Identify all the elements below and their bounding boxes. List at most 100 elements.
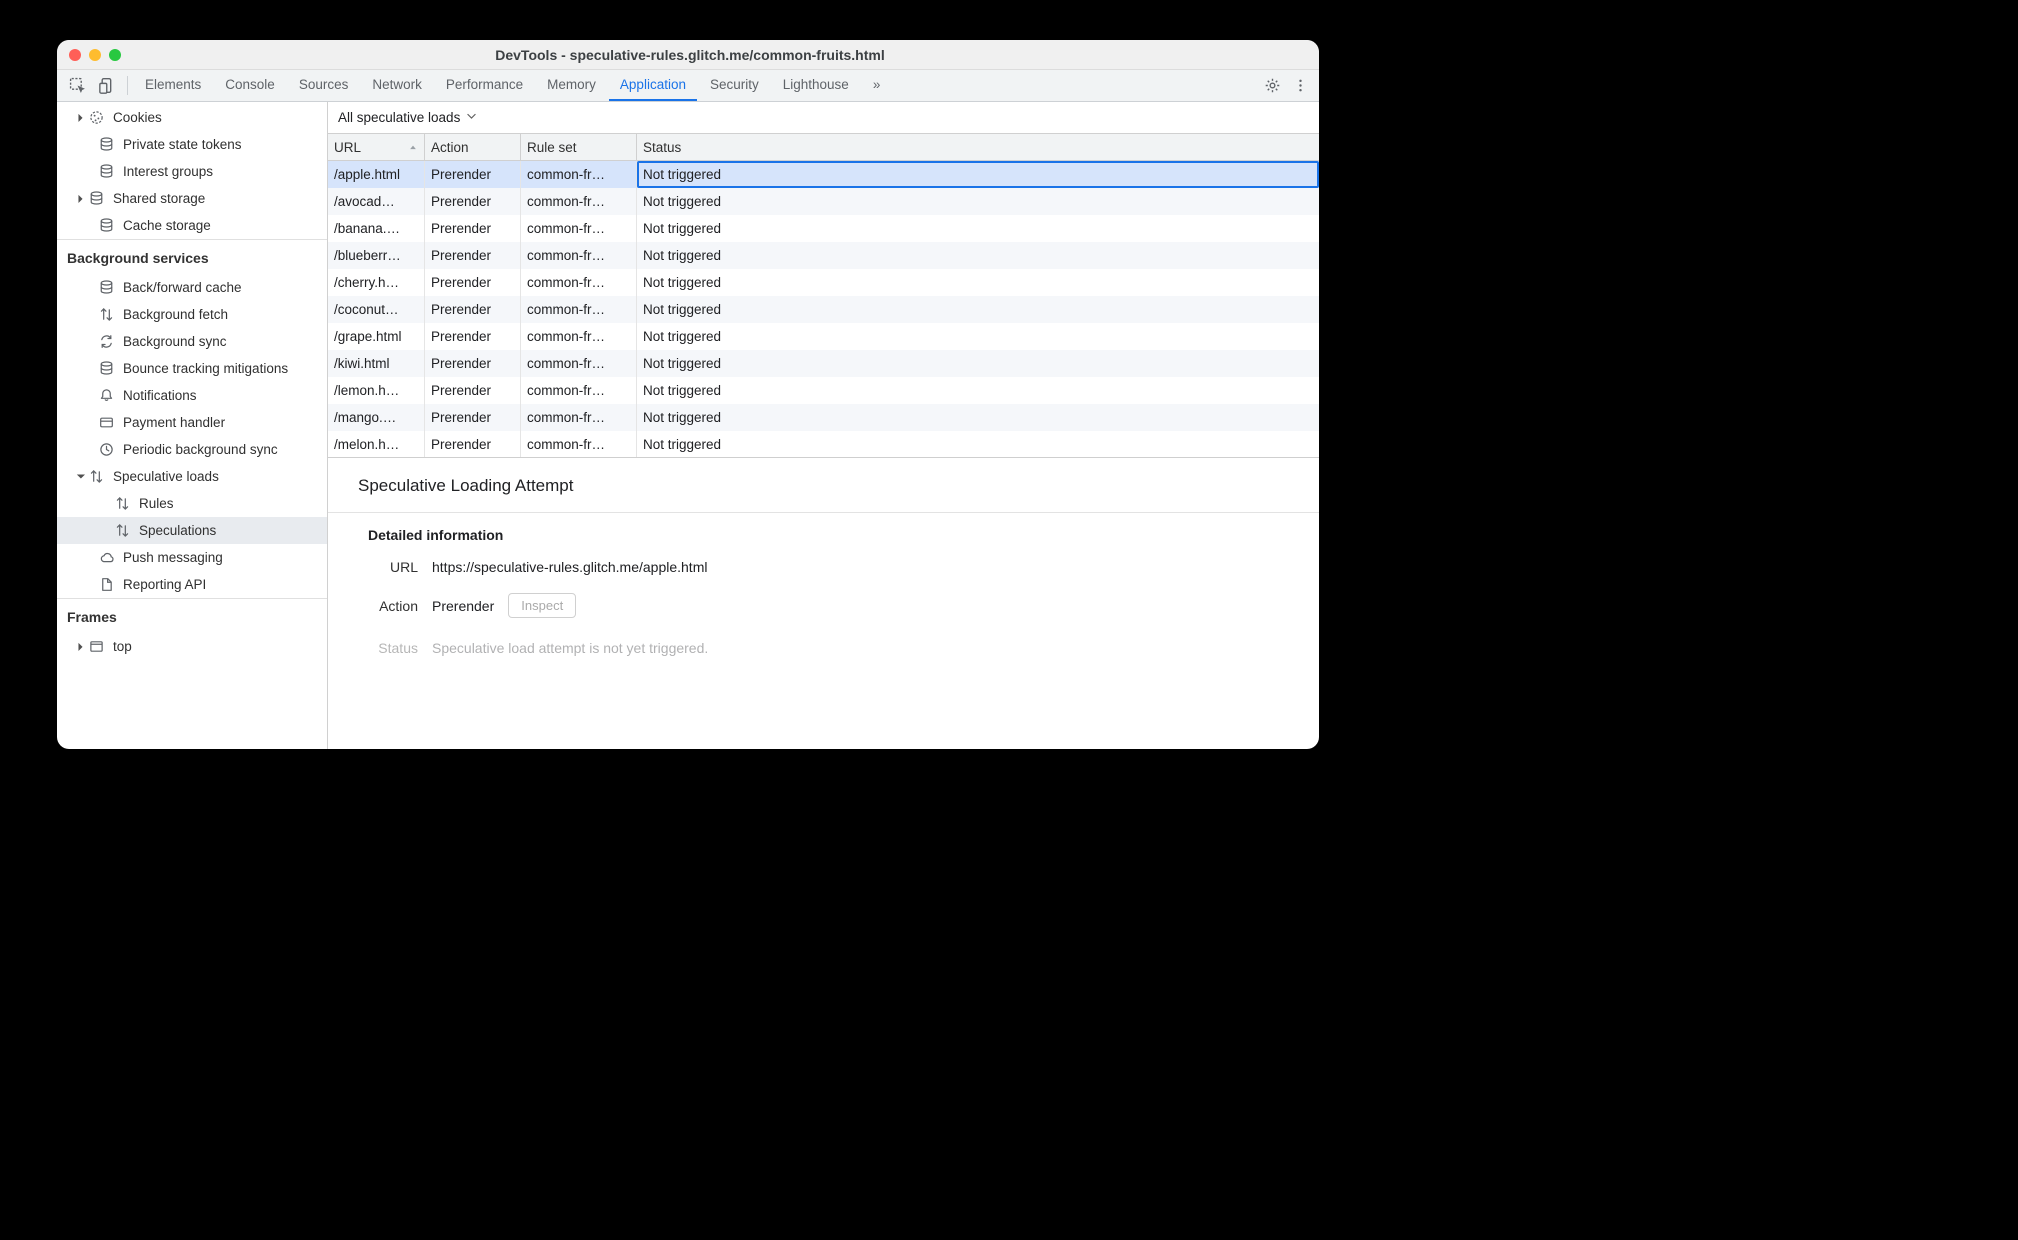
- cell-status: Not triggered: [637, 404, 1319, 431]
- col-header-action[interactable]: Action: [425, 134, 521, 160]
- tab-elements[interactable]: Elements: [134, 70, 212, 101]
- sidebar-item-bounce-tracking-mitigations[interactable]: Bounce tracking mitigations: [57, 355, 327, 382]
- spacer: [85, 580, 95, 590]
- cell-url: /blueberr…: [328, 242, 425, 269]
- sidebar-item-cookies[interactable]: Cookies: [57, 104, 327, 131]
- col-header-ruleset[interactable]: Rule set: [521, 134, 637, 160]
- filter-bar[interactable]: All speculative loads: [328, 102, 1319, 134]
- sidebar-item-push-messaging[interactable]: Push messaging: [57, 544, 327, 571]
- cell-status: Not triggered: [637, 323, 1319, 350]
- tab-network[interactable]: Network: [361, 70, 433, 101]
- spacer: [85, 167, 95, 177]
- sidebar-item-label: Cache storage: [123, 218, 211, 233]
- more-tabs[interactable]: »: [862, 70, 892, 101]
- sidebar-item-label: Reporting API: [123, 577, 206, 592]
- sidebar-item-speculative-loads[interactable]: Speculative loads: [57, 463, 327, 490]
- cell-action: Prerender: [425, 377, 521, 404]
- updown-icon: [98, 307, 114, 323]
- cell-url: /avocad…: [328, 188, 425, 215]
- sidebar-item-private-state-tokens[interactable]: Private state tokens: [57, 131, 327, 158]
- sidebar-item-cache-storage[interactable]: Cache storage: [57, 212, 327, 239]
- cell-url: /cherry.h…: [328, 269, 425, 296]
- tab-application[interactable]: Application: [609, 70, 697, 101]
- spacer: [101, 526, 111, 536]
- table-row[interactable]: /grape.htmlPrerendercommon-fr…Not trigge…: [328, 323, 1319, 350]
- sidebar-item-label: top: [113, 639, 132, 654]
- sidebar-item-payment-handler[interactable]: Payment handler: [57, 409, 327, 436]
- tab-security[interactable]: Security: [699, 70, 770, 101]
- sidebar-item-label: Background sync: [123, 334, 227, 349]
- cell-status: Not triggered: [637, 242, 1319, 269]
- detail-url-label: URL: [358, 559, 418, 575]
- spacer: [85, 418, 95, 428]
- detail-action-value: Prerender: [432, 598, 494, 614]
- cell-url: /grape.html: [328, 323, 425, 350]
- spacer: [85, 337, 95, 347]
- inspect-button[interactable]: Inspect: [508, 593, 576, 618]
- detail-status-label: Status: [358, 640, 418, 656]
- sort-asc-icon: [408, 140, 418, 155]
- spacer: [85, 140, 95, 150]
- table-row[interactable]: /banana.…Prerendercommon-fr…Not triggere…: [328, 215, 1319, 242]
- tab-memory[interactable]: Memory: [536, 70, 607, 101]
- cell-rule: common-fr…: [521, 404, 637, 431]
- updown-icon: [114, 496, 130, 512]
- section-frames: Frames: [57, 598, 327, 631]
- device-toolbar-icon[interactable]: [93, 70, 121, 101]
- table-row[interactable]: /kiwi.htmlPrerendercommon-fr…Not trigger…: [328, 350, 1319, 377]
- card-icon: [98, 415, 114, 431]
- sidebar-item-top[interactable]: top: [57, 633, 327, 660]
- col-header-status[interactable]: Status: [637, 134, 1319, 160]
- table-row[interactable]: /melon.h…Prerendercommon-fr…Not triggere…: [328, 431, 1319, 458]
- sidebar-item-shared-storage[interactable]: Shared storage: [57, 185, 327, 212]
- table-row[interactable]: /avocad…Prerendercommon-fr…Not triggered: [328, 188, 1319, 215]
- cell-rule: common-fr…: [521, 323, 637, 350]
- sidebar-item-reporting-api[interactable]: Reporting API: [57, 571, 327, 598]
- close-window-button[interactable]: [69, 49, 81, 61]
- table-row[interactable]: /coconut…Prerendercommon-fr…Not triggere…: [328, 296, 1319, 323]
- zoom-window-button[interactable]: [109, 49, 121, 61]
- db-icon: [98, 164, 114, 180]
- tab-sources[interactable]: Sources: [288, 70, 360, 101]
- table-row[interactable]: /cherry.h…Prerendercommon-fr…Not trigger…: [328, 269, 1319, 296]
- cell-action: Prerender: [425, 404, 521, 431]
- sidebar-item-label: Periodic background sync: [123, 442, 278, 457]
- table-row[interactable]: /lemon.h…Prerendercommon-fr…Not triggere…: [328, 377, 1319, 404]
- main-panel: All speculative loads URL Action Rule se…: [328, 102, 1319, 749]
- col-header-url[interactable]: URL: [328, 134, 425, 160]
- sidebar-item-label: Cookies: [113, 110, 162, 125]
- sidebar-item-label: Speculative loads: [113, 469, 219, 484]
- cell-rule: common-fr…: [521, 188, 637, 215]
- cell-action: Prerender: [425, 323, 521, 350]
- sidebar-item-background-fetch[interactable]: Background fetch: [57, 301, 327, 328]
- tab-performance[interactable]: Performance: [435, 70, 534, 101]
- cell-rule: common-fr…: [521, 269, 637, 296]
- spacer: [85, 283, 95, 293]
- sidebar-item-back-forward-cache[interactable]: Back/forward cache: [57, 274, 327, 301]
- settings-icon[interactable]: [1259, 70, 1285, 101]
- tab-console[interactable]: Console: [214, 70, 286, 101]
- sidebar-item-speculations[interactable]: Speculations: [57, 517, 327, 544]
- cell-status: Not triggered: [637, 215, 1319, 242]
- minimize-window-button[interactable]: [89, 49, 101, 61]
- table-row[interactable]: /mango.…Prerendercommon-fr…Not triggered: [328, 404, 1319, 431]
- kebab-menu-icon[interactable]: [1287, 70, 1313, 101]
- cell-action: Prerender: [425, 161, 521, 188]
- spacer: [85, 310, 95, 320]
- inspect-element-icon[interactable]: [63, 70, 91, 101]
- tab-lighthouse[interactable]: Lighthouse: [772, 70, 860, 101]
- sidebar-item-periodic-background-sync[interactable]: Periodic background sync: [57, 436, 327, 463]
- filter-label: All speculative loads: [338, 110, 460, 125]
- spacer: [85, 553, 95, 563]
- sidebar-item-interest-groups[interactable]: Interest groups: [57, 158, 327, 185]
- sidebar-item-background-sync[interactable]: Background sync: [57, 328, 327, 355]
- table-row[interactable]: /apple.htmlPrerendercommon-fr…Not trigge…: [328, 161, 1319, 188]
- sidebar-item-notifications[interactable]: Notifications: [57, 382, 327, 409]
- db-icon: [98, 218, 114, 234]
- spacer: [85, 221, 95, 231]
- table-row[interactable]: /blueberr…Prerendercommon-fr…Not trigger…: [328, 242, 1319, 269]
- window-title: DevTools - speculative-rules.glitch.me/c…: [121, 47, 1307, 63]
- sidebar-item-label: Shared storage: [113, 191, 205, 206]
- sidebar-item-rules[interactable]: Rules: [57, 490, 327, 517]
- cell-rule: common-fr…: [521, 242, 637, 269]
